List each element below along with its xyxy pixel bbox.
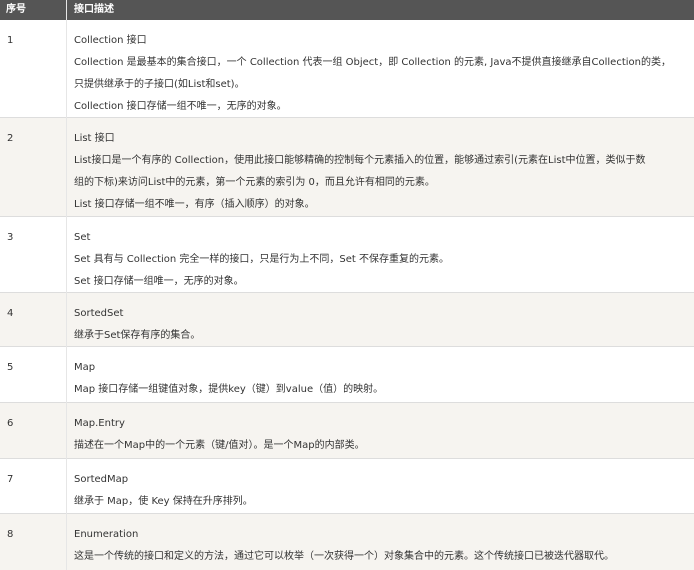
- row-description: Map Map 接口存储一组键值对象，提供key（键）到value（值）的映射。: [66, 347, 694, 402]
- row-index: 2: [7, 133, 14, 144]
- table-row: 8 Enumeration 这是一个传统的接口和定义的方法，通过它可以枚举（一次…: [0, 514, 694, 570]
- row-text: 组的下标)来访问List中的元素，第一个元素的索引为 0，而且允许有相同的元素。: [74, 177, 435, 188]
- row-title: SortedMap: [74, 474, 129, 485]
- row-text: Set 接口存储一组唯一，无序的对象。: [74, 276, 244, 287]
- table-row: 5 Map Map 接口存储一组键值对象，提供key（键）到value（值）的映…: [0, 347, 694, 403]
- table-row: 3 Set Set 具有与 Collection 完全一样的接口，只是行为上不同…: [0, 217, 694, 293]
- row-index: 6: [7, 418, 14, 429]
- header-description: 接口描述: [74, 4, 114, 15]
- row-description: Enumeration 这是一个传统的接口和定义的方法，通过它可以枚举（一次获得…: [66, 514, 694, 570]
- row-text: 继承于Set保存有序的集合。: [74, 330, 201, 341]
- row-title: Map.Entry: [74, 418, 125, 429]
- row-index: 3: [7, 232, 14, 243]
- column-divider: [66, 0, 67, 570]
- row-title: Set: [74, 232, 91, 243]
- row-index: 7: [7, 474, 14, 485]
- row-text: 继承于 Map，使 Key 保持在升序排列。: [74, 496, 253, 507]
- row-description: Set Set 具有与 Collection 完全一样的接口，只是行为上不同，S…: [66, 217, 694, 292]
- row-title: List 接口: [74, 133, 115, 144]
- row-description: List 接口 List接口是一个有序的 Collection，使用此接口能够精…: [66, 118, 694, 216]
- row-text: 描述在一个Map中的一个元素（键/值对）。是一个Map的内部类。: [74, 440, 365, 451]
- row-text: 这是一个传统的接口和定义的方法，通过它可以枚举（一次获得一个）对象集合中的元素。…: [74, 551, 614, 562]
- table-row: 4 SortedSet 继承于Set保存有序的集合。: [0, 293, 694, 347]
- row-text: Collection 接口存储一组不唯一，无序的对象。: [74, 101, 287, 112]
- table-row: 7 SortedMap 继承于 Map，使 Key 保持在升序排列。: [0, 459, 694, 514]
- row-text: Collection 是最基本的集合接口，一个 Collection 代表一组 …: [74, 57, 671, 68]
- table-row: 1 Collection 接口 Collection 是最基本的集合接口，一个 …: [0, 20, 694, 118]
- row-description: Map.Entry 描述在一个Map中的一个元素（键/值对）。是一个Map的内部…: [66, 403, 694, 458]
- table-row: 6 Map.Entry 描述在一个Map中的一个元素（键/值对）。是一个Map的…: [0, 403, 694, 459]
- interface-table: 序号 接口描述 1 Collection 接口 Collection 是最基本的集…: [0, 0, 694, 570]
- row-title: Collection 接口: [74, 35, 147, 46]
- row-index: 8: [7, 529, 14, 540]
- row-text: Set 具有与 Collection 完全一样的接口，只是行为上不同，Set 不…: [74, 254, 450, 265]
- header-index: 序号: [6, 4, 26, 15]
- row-text: Map 接口存储一组键值对象，提供key（键）到value（值）的映射。: [74, 384, 384, 395]
- row-description: Collection 接口 Collection 是最基本的集合接口，一个 Co…: [66, 20, 694, 117]
- row-description: SortedMap 继承于 Map，使 Key 保持在升序排列。: [66, 459, 694, 513]
- row-index: 5: [7, 362, 14, 373]
- row-text: List 接口存储一组不唯一，有序（插入顺序）的对象。: [74, 199, 315, 210]
- row-text: List接口是一个有序的 Collection，使用此接口能够精确的控制每个元素…: [74, 155, 646, 166]
- table-row: 2 List 接口 List接口是一个有序的 Collection，使用此接口能…: [0, 118, 694, 217]
- row-text: 只提供继承于的子接口(如List和set)。: [74, 79, 245, 90]
- row-title: Enumeration: [74, 529, 139, 540]
- row-title: Map: [74, 362, 96, 373]
- table-header: 序号 接口描述: [0, 0, 694, 20]
- row-title: SortedSet: [74, 308, 124, 319]
- row-description: SortedSet 继承于Set保存有序的集合。: [66, 293, 694, 346]
- row-index: 1: [7, 35, 14, 46]
- row-index: 4: [7, 308, 14, 319]
